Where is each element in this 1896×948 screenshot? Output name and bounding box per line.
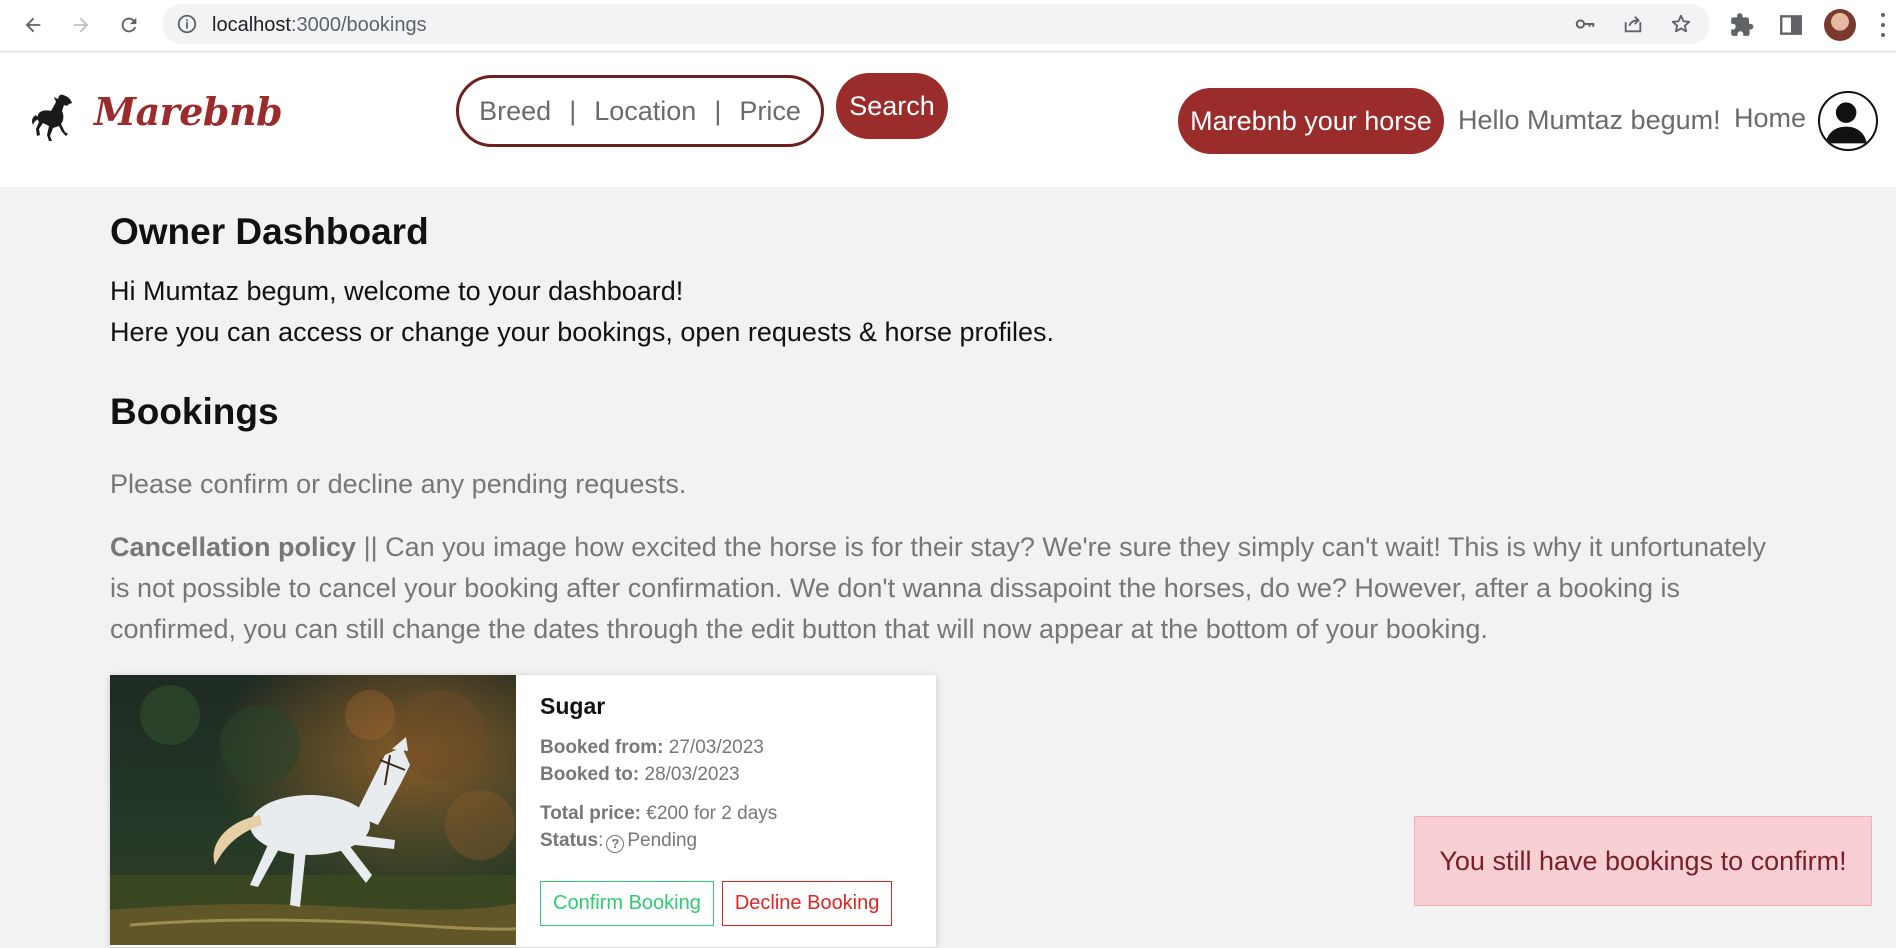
back-icon [25, 17, 41, 33]
welcome-text: Hi Mumtaz begum, welcome to your dashboa… [110, 271, 1054, 353]
key-icon[interactable] [1574, 13, 1596, 35]
booked-to: Booked to: 28/03/2023 [540, 761, 920, 788]
total-price: Total price: €200 for 2 days [540, 800, 920, 827]
star-icon[interactable] [1670, 13, 1692, 35]
total-price-label: Total price: [540, 803, 641, 824]
url-path: :3000/bookings [290, 14, 427, 36]
share-icon[interactable] [1622, 13, 1644, 35]
reload-button[interactable] [112, 8, 146, 42]
profile-avatar[interactable] [1824, 9, 1856, 41]
side-panel-icon[interactable] [1778, 12, 1804, 38]
pending-note: Please confirm or decline any pending re… [110, 469, 687, 499]
status-label: Status [540, 830, 599, 851]
menu-icon[interactable] [1880, 13, 1886, 37]
brand-name[interactable]: Marebnb [94, 89, 283, 134]
horse-logo-icon[interactable] [30, 91, 80, 149]
site-header: Marebnb Breed | Location | Price Search … [0, 53, 1896, 187]
decline-booking-button[interactable]: Decline Booking [721, 881, 893, 926]
booked-from: Booked from: 27/03/2023 [540, 734, 920, 761]
search-price-field[interactable]: Price [739, 96, 801, 127]
reload-icon [121, 17, 137, 33]
booked-to-value: 28/03/2023 [639, 764, 740, 785]
booking-actions: Confirm Booking Decline Booking [540, 881, 893, 926]
welcome-line: Here you can access or change your booki… [110, 317, 1055, 347]
policy-text: || Can you image how excited the horse i… [110, 532, 1767, 644]
cancellation-policy: Cancellation policy || Can you image how… [110, 527, 1786, 650]
pending-bookings-alert: You still have bookings to confirm! [1414, 816, 1872, 906]
welcome-line: Hi Mumtaz begum, welcome to your dashboa… [110, 276, 684, 306]
horse-photo-image [110, 675, 516, 945]
user-icon [1825, 102, 1867, 144]
host-your-horse-button[interactable]: Marebnb your horse [1178, 88, 1444, 154]
url-host: localhost [212, 14, 291, 36]
user-avatar[interactable] [1818, 91, 1878, 151]
horse-name[interactable]: Sugar [540, 693, 920, 720]
search-separator: | [714, 95, 722, 126]
booking-details: Sugar Booked from: 27/03/2023 Booked to:… [540, 693, 920, 854]
search-location-field[interactable]: Location [594, 96, 696, 127]
user-greeting: Hello Mumtaz begum! [1458, 105, 1721, 135]
site-info-icon[interactable] [176, 13, 198, 35]
extensions-icon[interactable] [1729, 12, 1755, 38]
search-bar[interactable]: Breed | Location | Price [456, 75, 824, 147]
status-value: Pending [627, 830, 698, 851]
bookings-heading: Bookings [110, 391, 279, 432]
forward-icon [73, 17, 89, 33]
booking-card: Sugar Booked from: 27/03/2023 Booked to:… [110, 675, 936, 947]
booked-from-value: 27/03/2023 [663, 737, 764, 758]
search-button[interactable]: Search [836, 73, 948, 139]
url-text[interactable]: localhost:3000/bookings [212, 14, 427, 37]
forward-button[interactable] [64, 8, 98, 42]
booked-from-label: Booked from: [540, 737, 664, 758]
policy-label: Cancellation policy [110, 532, 357, 562]
question-circle-icon: ? [606, 835, 625, 853]
browser-toolbar: localhost:3000/bookings [0, 0, 1896, 52]
search-breed-field[interactable]: Breed [479, 96, 551, 127]
total-price-value: €200 for 2 days [641, 803, 778, 824]
home-link[interactable]: Home [1734, 103, 1806, 134]
address-bar[interactable]: localhost:3000/bookings [162, 4, 1710, 44]
booked-to-label: Booked to: [540, 764, 640, 785]
booking-status: Status:? Pending [540, 827, 920, 854]
back-button[interactable] [16, 8, 50, 42]
status-separator: : [598, 830, 604, 851]
confirm-booking-button[interactable]: Confirm Booking [540, 881, 714, 926]
search-separator: | [569, 95, 577, 126]
horse-photo [110, 675, 516, 945]
page-title: Owner Dashboard [110, 211, 429, 252]
